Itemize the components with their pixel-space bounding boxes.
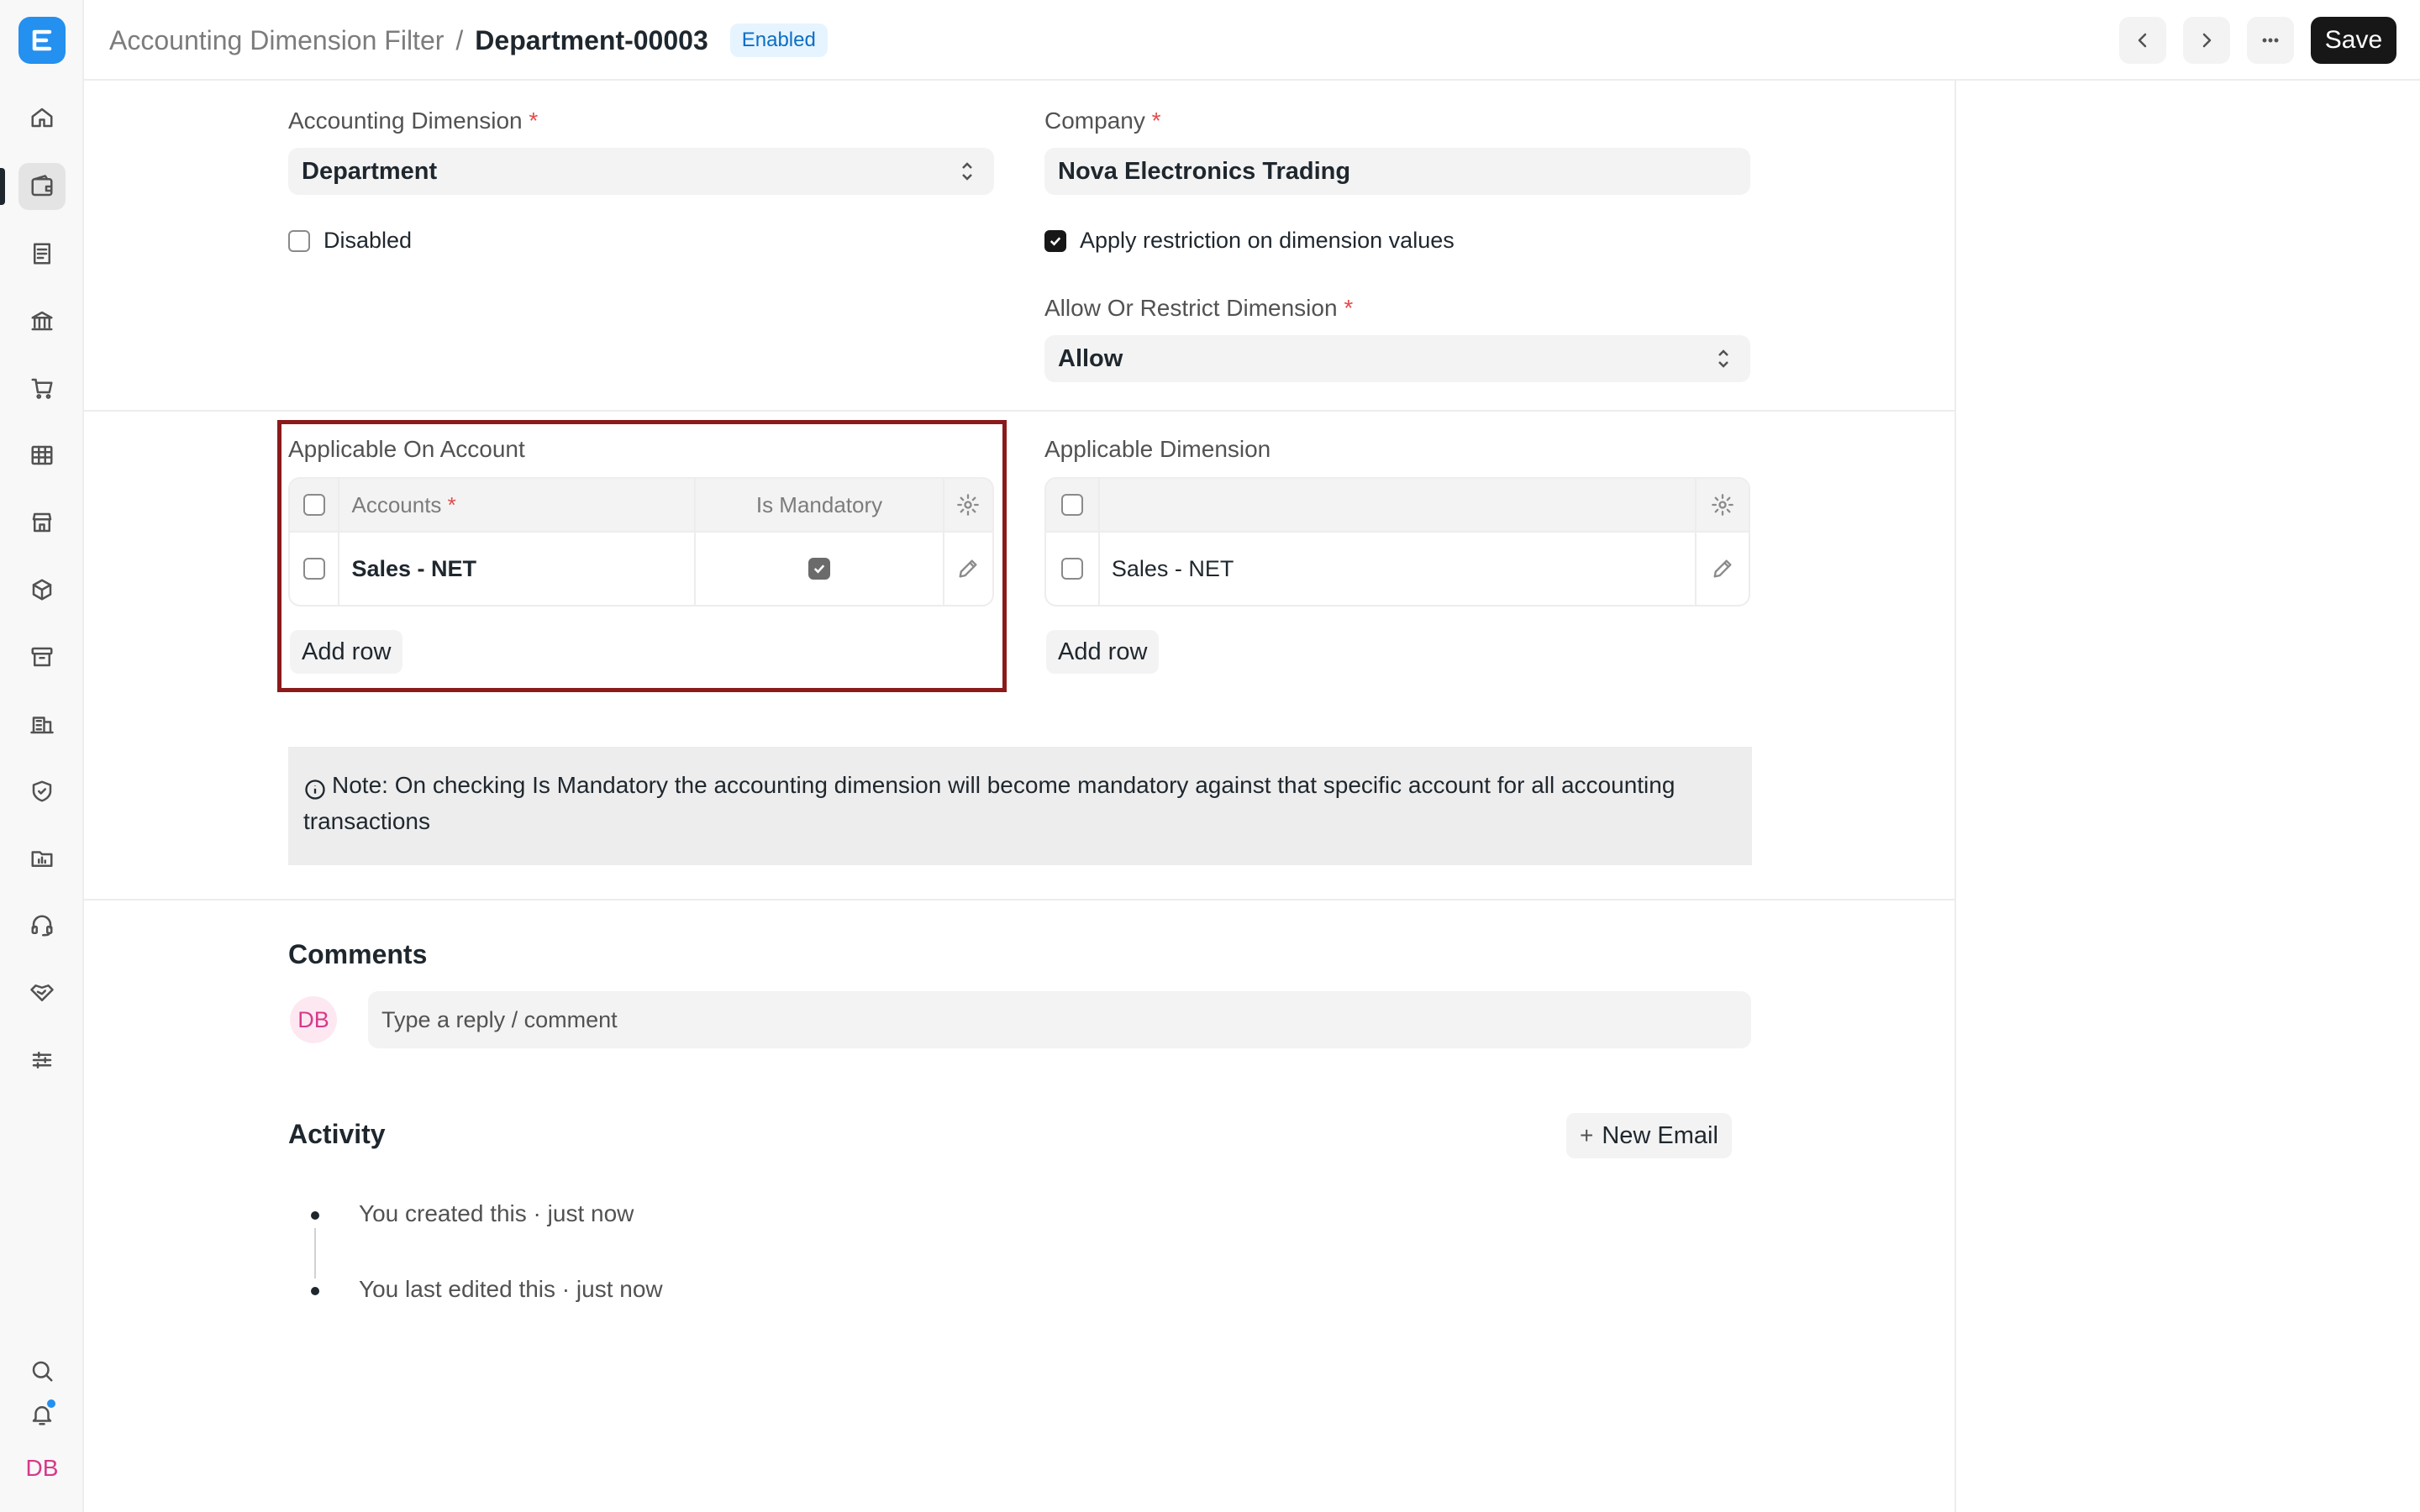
archive-icon[interactable] — [18, 633, 66, 680]
comment-input[interactable] — [368, 991, 1751, 1048]
highlight-box — [277, 420, 1007, 692]
disabled-checkbox-row[interactable]: Disabled — [288, 228, 412, 254]
select-chevron-icon — [1713, 347, 1733, 370]
disabled-checkbox[interactable] — [288, 229, 310, 252]
timeline-dot — [311, 1287, 319, 1295]
building-icon[interactable] — [18, 701, 66, 748]
company-field[interactable]: Nova Electronics Trading — [1044, 148, 1750, 195]
user-avatar[interactable]: DB — [18, 1445, 66, 1492]
timeline-line — [314, 1228, 316, 1278]
page-header: Accounting Dimension Filter / Department… — [84, 0, 2420, 81]
check-icon — [1050, 236, 1061, 246]
new-email-label: New Email — [1602, 1121, 1718, 1149]
dimension-column-header — [1100, 479, 1697, 531]
accounting-dimension-value: Department — [302, 157, 438, 185]
save-button[interactable]: Save — [2311, 17, 2396, 64]
wallet-icon[interactable] — [18, 163, 66, 210]
activity-title: Activity — [288, 1119, 386, 1149]
row-checkbox[interactable] — [1060, 558, 1083, 580]
comments-title: Comments — [288, 939, 428, 969]
package-icon[interactable] — [18, 566, 66, 613]
note-text: Note: On checking Is Mandatory the accou… — [303, 772, 1676, 834]
company-label: Company * — [1044, 108, 1161, 134]
headset-icon[interactable] — [18, 902, 66, 949]
apply-restriction-row[interactable]: Apply restriction on dimension values — [1044, 228, 1455, 254]
timeline-dot — [311, 1211, 319, 1220]
disabled-label: Disabled — [324, 228, 413, 253]
app-logo[interactable] — [18, 17, 66, 64]
new-email-button[interactable]: + New Email — [1566, 1113, 1732, 1158]
note-box: Note: On checking Is Mandatory the accou… — [288, 747, 1752, 865]
sliders-icon[interactable] — [18, 1037, 66, 1084]
applicable-dimension-title: Applicable Dimension — [1044, 436, 1271, 462]
store-icon[interactable] — [18, 499, 66, 546]
select-all-checkbox[interactable] — [1060, 494, 1083, 516]
folder-chart-icon[interactable] — [18, 835, 66, 882]
breadcrumb: Accounting Dimension Filter / Department… — [109, 24, 828, 57]
company-value: Nova Electronics Trading — [1058, 157, 1351, 185]
handshake-icon[interactable] — [18, 969, 66, 1016]
comment-avatar: DB — [290, 996, 337, 1043]
breadcrumb-parent[interactable]: Accounting Dimension Filter — [109, 25, 444, 56]
section-divider — [84, 899, 1956, 900]
next-button[interactable] — [2183, 17, 2230, 64]
bell-icon[interactable] — [18, 1391, 66, 1438]
sidebar: DB — [0, 0, 84, 1512]
chevron-left-icon — [2138, 33, 2147, 48]
page-title: Department-00003 — [475, 24, 708, 55]
gear-icon[interactable] — [1697, 479, 1749, 531]
breadcrumb-separator: / — [455, 24, 464, 55]
activity-item: You created this · just now — [359, 1200, 634, 1226]
apply-restriction-checkbox[interactable] — [1044, 229, 1066, 252]
info-icon — [303, 775, 327, 800]
erp-logo-icon — [32, 29, 52, 51]
active-indicator — [0, 168, 5, 205]
select-chevron-icon — [957, 160, 977, 183]
receipt-icon[interactable] — [18, 230, 66, 277]
allow-restrict-select[interactable]: Allow — [1044, 335, 1750, 382]
table-header — [1046, 479, 1749, 533]
more-horizontal-icon — [2262, 38, 2279, 43]
table-row[interactable]: Sales - NET — [1046, 533, 1749, 605]
table-icon[interactable] — [18, 432, 66, 479]
accounting-dimension-label: Accounting Dimension * — [288, 108, 539, 134]
add-row-button[interactable]: Add row — [1046, 630, 1160, 674]
plus-icon: + — [1580, 1122, 1594, 1148]
dimension-value-cell[interactable]: Sales - NET — [1100, 533, 1697, 605]
edit-row-icon[interactable] — [1697, 533, 1749, 605]
allow-restrict-label: Allow Or Restrict Dimension * — [1044, 295, 1354, 321]
notification-dot — [45, 1398, 57, 1410]
applicable-dimension-table: Sales - NET — [1044, 477, 1750, 606]
accounting-dimension-select[interactable]: Department — [288, 148, 994, 195]
search-icon[interactable] — [18, 1347, 66, 1394]
cart-icon[interactable] — [18, 365, 66, 412]
home-icon[interactable] — [18, 94, 66, 141]
bank-icon[interactable] — [18, 297, 66, 344]
shield-icon[interactable] — [18, 768, 66, 815]
chevron-right-icon — [2202, 33, 2212, 48]
more-button[interactable] — [2247, 17, 2294, 64]
apply-restriction-label: Apply restriction on dimension values — [1080, 228, 1455, 253]
allow-restrict-value: Allow — [1058, 344, 1123, 372]
section-divider — [84, 410, 1956, 412]
status-badge: Enabled — [729, 24, 828, 57]
activity-item: You last edited this · just now — [359, 1276, 663, 1302]
previous-button[interactable] — [2119, 17, 2166, 64]
